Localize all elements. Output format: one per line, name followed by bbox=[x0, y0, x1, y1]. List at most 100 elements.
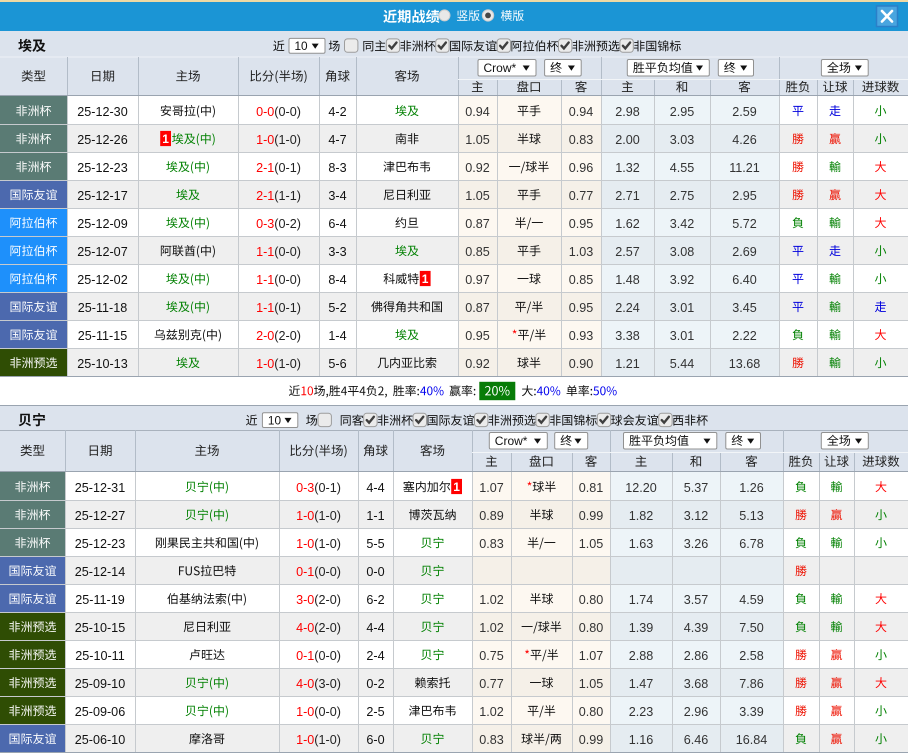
svg-text:16.84: 16.84 bbox=[736, 733, 768, 747]
svg-text:1.05: 1.05 bbox=[579, 537, 604, 551]
svg-text:25-10-13: 25-10-13 bbox=[77, 357, 127, 371]
svg-text:6-2: 6-2 bbox=[366, 593, 384, 607]
svg-text:1-1(0-0): 1-1(0-0) bbox=[256, 245, 301, 259]
svg-text:3.57: 3.57 bbox=[684, 593, 709, 607]
svg-text:0.99: 0.99 bbox=[579, 509, 604, 523]
svg-text:25-10-11: 25-10-11 bbox=[75, 649, 124, 663]
svg-text:25-11-19: 25-11-19 bbox=[75, 593, 124, 607]
svg-text:25-12-17: 25-12-17 bbox=[77, 189, 127, 203]
svg-text:6.46: 6.46 bbox=[684, 733, 709, 747]
svg-text:0-3(0-1): 0-3(0-1) bbox=[296, 481, 341, 495]
svg-text:0.83: 0.83 bbox=[569, 133, 594, 147]
svg-text:2.23: 2.23 bbox=[629, 705, 654, 719]
svg-text:25-11-15: 25-11-15 bbox=[78, 329, 127, 343]
svg-text:5.44: 5.44 bbox=[670, 357, 695, 371]
svg-text:25-09-06: 25-09-06 bbox=[75, 705, 125, 719]
svg-text:1.48: 1.48 bbox=[615, 273, 640, 287]
svg-text:25-12-23: 25-12-23 bbox=[77, 161, 127, 175]
svg-text:1.16: 1.16 bbox=[629, 733, 654, 747]
svg-text:25-11-18: 25-11-18 bbox=[78, 301, 127, 315]
svg-text:0.81: 0.81 bbox=[579, 481, 604, 495]
svg-text:1-0(1-0): 1-0(1-0) bbox=[256, 133, 301, 147]
svg-text:1: 1 bbox=[162, 132, 169, 146]
svg-text:1.74: 1.74 bbox=[629, 593, 654, 607]
svg-text:1-1(0-0): 1-1(0-0) bbox=[256, 273, 301, 287]
svg-text:2.24: 2.24 bbox=[615, 301, 640, 315]
svg-text:1.62: 1.62 bbox=[615, 217, 640, 231]
svg-text:1.07: 1.07 bbox=[579, 649, 604, 663]
svg-text:1: 1 bbox=[453, 480, 460, 494]
svg-text:13.68: 13.68 bbox=[729, 357, 761, 371]
svg-text:11.21: 11.21 bbox=[729, 161, 760, 175]
svg-text:6-4: 6-4 bbox=[328, 217, 346, 231]
svg-text:8-4: 8-4 bbox=[328, 273, 346, 287]
svg-text:3.42: 3.42 bbox=[670, 217, 695, 231]
svg-text:25-12-07: 25-12-07 bbox=[77, 245, 127, 259]
svg-text:25-06-10: 25-06-10 bbox=[75, 733, 125, 747]
svg-text:3.01: 3.01 bbox=[670, 301, 695, 315]
svg-text:4-0(3-0): 4-0(3-0) bbox=[296, 677, 341, 691]
svg-text:2.69: 2.69 bbox=[732, 245, 757, 259]
svg-text:25-12-14: 25-12-14 bbox=[75, 565, 125, 579]
svg-text:1.26: 1.26 bbox=[739, 481, 764, 495]
svg-text:2.59: 2.59 bbox=[732, 105, 757, 119]
svg-text:4.39: 4.39 bbox=[684, 621, 709, 635]
svg-text:25-09-10: 25-09-10 bbox=[75, 677, 125, 691]
svg-text:0.94: 0.94 bbox=[569, 105, 594, 119]
svg-text:0-0: 0-0 bbox=[366, 565, 384, 579]
svg-text:7.86: 7.86 bbox=[739, 677, 764, 691]
svg-text:4-0(2-0): 4-0(2-0) bbox=[296, 621, 341, 635]
svg-text:0.99: 0.99 bbox=[579, 733, 604, 747]
svg-text:4-2: 4-2 bbox=[328, 105, 346, 119]
svg-text:1.47: 1.47 bbox=[629, 677, 654, 691]
svg-text:3-4: 3-4 bbox=[328, 189, 346, 203]
svg-text:12.20: 12.20 bbox=[625, 481, 657, 495]
svg-text:6-0: 6-0 bbox=[366, 733, 384, 747]
svg-text:1-0(0-0): 1-0(0-0) bbox=[296, 705, 341, 719]
svg-text:6.78: 6.78 bbox=[739, 537, 764, 551]
svg-text:0.95: 0.95 bbox=[569, 301, 594, 315]
svg-text:0-1(0-0): 0-1(0-0) bbox=[296, 649, 341, 663]
svg-text:2.71: 2.71 bbox=[615, 189, 640, 203]
svg-text:1-0(1-0): 1-0(1-0) bbox=[296, 509, 341, 523]
svg-text:0.96: 0.96 bbox=[569, 161, 594, 175]
svg-text:1.21: 1.21 bbox=[615, 357, 640, 371]
svg-text:10: 10 bbox=[295, 39, 309, 53]
svg-text:4.55: 4.55 bbox=[670, 161, 695, 175]
svg-text:25-12-27: 25-12-27 bbox=[75, 509, 125, 523]
svg-text:25-12-31: 25-12-31 bbox=[75, 481, 125, 495]
svg-text:0.94: 0.94 bbox=[465, 105, 490, 119]
svg-text:0.83: 0.83 bbox=[479, 537, 504, 551]
svg-text:0.77: 0.77 bbox=[479, 677, 504, 691]
svg-text:2.00: 2.00 bbox=[615, 133, 640, 147]
svg-text:0.95: 0.95 bbox=[465, 329, 490, 343]
svg-text:3.26: 3.26 bbox=[684, 537, 709, 551]
svg-text:0.80: 0.80 bbox=[579, 593, 604, 607]
svg-text:0.77: 0.77 bbox=[569, 189, 594, 203]
svg-text:3.12: 3.12 bbox=[684, 509, 709, 523]
svg-text:2-0(2-0): 2-0(2-0) bbox=[256, 329, 301, 343]
svg-text:4.59: 4.59 bbox=[739, 593, 764, 607]
svg-text:3.45: 3.45 bbox=[732, 301, 757, 315]
svg-text:3.03: 3.03 bbox=[670, 133, 695, 147]
svg-text:5.37: 5.37 bbox=[684, 481, 709, 495]
svg-text:1-1(0-1): 1-1(0-1) bbox=[256, 301, 301, 315]
svg-text:1.82: 1.82 bbox=[629, 509, 654, 523]
svg-text:0.89: 0.89 bbox=[479, 509, 504, 523]
svg-text:Crow*: Crow* bbox=[495, 434, 528, 448]
svg-text:25-12-26: 25-12-26 bbox=[77, 133, 127, 147]
svg-text:6.40: 6.40 bbox=[732, 273, 757, 287]
svg-text:0-2: 0-2 bbox=[366, 677, 384, 691]
svg-text:1.03: 1.03 bbox=[569, 245, 594, 259]
svg-text:Crow*: Crow* bbox=[484, 61, 517, 75]
svg-text:0.83: 0.83 bbox=[479, 733, 504, 747]
svg-text:3-3: 3-3 bbox=[328, 245, 346, 259]
svg-text:5-6: 5-6 bbox=[328, 357, 346, 371]
svg-text:1.63: 1.63 bbox=[629, 537, 654, 551]
svg-text:0.90: 0.90 bbox=[569, 357, 594, 371]
svg-text:4-4: 4-4 bbox=[366, 481, 384, 495]
svg-text:25-12-02: 25-12-02 bbox=[77, 273, 127, 287]
svg-text:5-2: 5-2 bbox=[328, 301, 346, 315]
svg-text:4-7: 4-7 bbox=[328, 133, 346, 147]
svg-text:4-4: 4-4 bbox=[366, 621, 384, 635]
